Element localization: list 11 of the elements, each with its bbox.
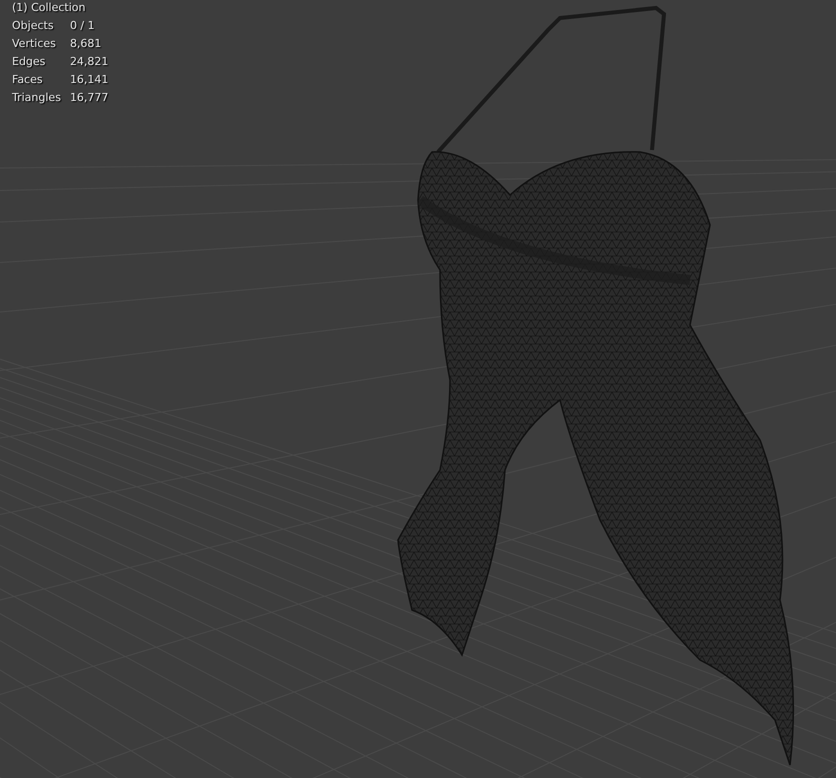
- stat-value: 0 / 1: [70, 19, 96, 32]
- stat-label: Vertices: [12, 37, 57, 50]
- stat-label: Objects: [12, 19, 55, 32]
- stat-label: Edges: [12, 55, 46, 68]
- stat-value: 16,777: [70, 91, 108, 104]
- stat-value: 8,681: [70, 37, 102, 50]
- stat-value: 24,821: [70, 55, 108, 68]
- stat-label: Triangles: [12, 91, 61, 104]
- stat-value: 16,141: [70, 73, 108, 86]
- collection-label: (1) Collection: [12, 1, 86, 14]
- stat-label: Faces: [12, 73, 44, 86]
